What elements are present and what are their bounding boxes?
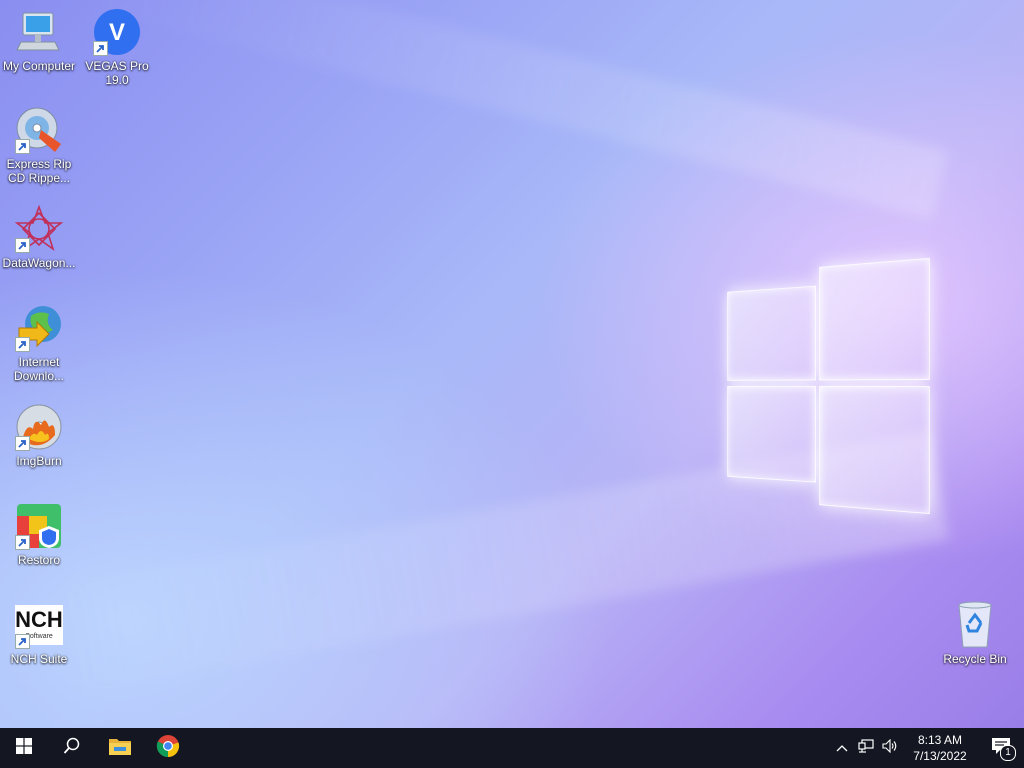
desktop-icon-label: DataWagon... [2, 256, 76, 270]
file-explorer-icon [108, 736, 132, 761]
taskbar: 8:13 AM 7/13/2022 1 [0, 728, 1024, 768]
cd-ripper-icon [15, 106, 63, 154]
windows-logo-wallpaper [727, 257, 930, 515]
desktop-icon-label: Internet Downlo... [13, 355, 65, 383]
shortcut-arrow-icon [93, 41, 108, 56]
desktop-icon-imgburn[interactable]: ImgBurn [0, 403, 78, 468]
clock-time: 8:13 AM [917, 733, 963, 747]
desktop-icon-label: Restoro [17, 553, 61, 567]
desktop-icon-label: VEGAS Pro 19.0 [85, 59, 149, 87]
shortcut-arrow-icon [15, 634, 30, 649]
desktop-icon-datawagon[interactable]: DataWagon... [0, 205, 78, 270]
action-center-button[interactable]: 1 [978, 728, 1024, 768]
desktop-icon-label: Express Rip CD Rippe... [6, 157, 72, 185]
computer-icon [15, 8, 63, 56]
nch-suite-icon: NCH Software [15, 601, 63, 649]
clock-date: 7/13/2022 [913, 749, 967, 763]
recycle-bin-icon [951, 601, 999, 649]
desktop-icon-label: NCH Suite [10, 652, 68, 666]
svg-text:V: V [109, 19, 125, 46]
chrome-button[interactable] [144, 728, 192, 768]
shortcut-arrow-icon [15, 139, 30, 154]
desktop-icon-vegas-pro[interactable]: V VEGAS Pro 19.0 [78, 8, 156, 87]
windows-start-icon [16, 737, 32, 759]
clock-button[interactable]: 8:13 AM 7/13/2022 [902, 728, 978, 768]
shortcut-arrow-icon [15, 535, 30, 550]
volume-button[interactable] [878, 728, 902, 768]
desktop-icon-nch-suite[interactable]: NCH Software NCH Suite [0, 601, 78, 666]
svg-text:NCH: NCH [15, 607, 63, 632]
shortcut-arrow-icon [15, 238, 30, 253]
network-button[interactable] [854, 728, 878, 768]
start-button[interactable] [0, 728, 48, 768]
shortcut-arrow-icon [15, 436, 30, 451]
light-beam [77, 0, 949, 219]
notification-count-badge: 1 [1000, 745, 1016, 761]
desktop-icon-label: ImgBurn [16, 454, 62, 468]
search-icon [63, 737, 81, 760]
show-hidden-icons-button[interactable] [830, 728, 854, 768]
desktop-icon-restoro[interactable]: Restoro [0, 502, 78, 567]
desktop-icon-label: My Computer [2, 59, 76, 73]
desktop-icon-express-rip[interactable]: Express Rip CD Rippe... [0, 106, 78, 185]
network-icon [858, 738, 874, 758]
search-button[interactable] [48, 728, 96, 768]
desktop-icon-recycle-bin[interactable]: Recycle Bin [936, 601, 1014, 666]
internet-download-manager-icon [15, 304, 63, 352]
desktop-icon-my-computer[interactable]: My Computer [0, 8, 78, 73]
shortcut-arrow-icon [15, 337, 30, 352]
volume-icon [882, 738, 898, 758]
desktop-background[interactable]: My Computer V VEGAS Pro 19.0 Express Rip… [0, 0, 1024, 728]
system-tray: 8:13 AM 7/13/2022 1 [830, 728, 1024, 768]
chrome-icon [156, 734, 180, 763]
imgburn-icon [15, 403, 63, 451]
desktop-icon-internet-download-manager[interactable]: Internet Downlo... [0, 304, 78, 383]
vegas-pro-icon: V [93, 8, 141, 56]
desktop-icon-label: Recycle Bin [943, 652, 1007, 666]
restoro-icon [15, 502, 63, 550]
file-explorer-button[interactable] [96, 728, 144, 768]
chevron-up-icon [836, 739, 848, 757]
datawagon-icon [15, 205, 63, 253]
